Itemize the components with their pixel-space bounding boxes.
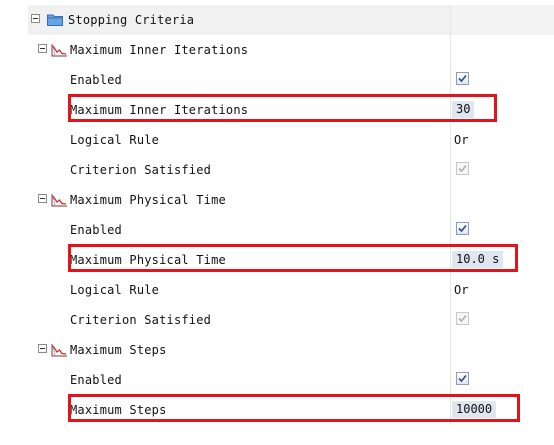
group-label: Maximum Physical Time: [70, 193, 226, 207]
property-label: Logical Rule: [70, 133, 160, 147]
property-row[interactable]: Criterion Satisfied: [28, 305, 554, 335]
value-cell[interactable]: Or: [450, 125, 554, 155]
value-cell[interactable]: [450, 155, 554, 185]
value-cell: [450, 5, 554, 35]
enabled-checkbox[interactable]: [456, 372, 469, 385]
category-stopping-criteria[interactable]: Stopping Criteria: [28, 5, 554, 35]
annotation-highlight-box: [68, 94, 497, 122]
property-sheet: Stopping Criteria Maximum Inner Iteration…: [28, 5, 554, 425]
enabled-checkbox[interactable]: [456, 72, 469, 85]
value-cell[interactable]: [450, 365, 554, 395]
collapse-toggle-icon[interactable]: [31, 14, 40, 23]
stopping-criterion-graph-icon: [51, 43, 68, 57]
stopping-criterion-graph-icon: [51, 193, 68, 207]
collapse-toggle-icon[interactable]: [38, 194, 47, 203]
value-cell: [450, 35, 554, 65]
value-cell[interactable]: [450, 305, 554, 335]
value-cell[interactable]: [450, 215, 554, 245]
property-row[interactable]: Enabled: [28, 65, 554, 95]
property-label: Logical Rule: [70, 283, 160, 297]
category-label: Stopping Criteria: [68, 13, 195, 27]
collapse-toggle-icon[interactable]: [38, 344, 47, 353]
group-header-0[interactable]: Maximum Inner Iterations: [28, 35, 554, 65]
property-value[interactable]: Or: [454, 133, 468, 147]
annotation-highlight-box: [68, 244, 518, 272]
property-label: Enabled: [70, 73, 122, 87]
collapse-toggle-icon[interactable]: [38, 44, 47, 53]
label-cell: Maximum Physical Time: [28, 185, 450, 215]
label-cell: Enabled: [28, 65, 450, 95]
label-cell: Criterion Satisfied: [28, 155, 450, 185]
property-label: Enabled: [70, 373, 122, 387]
label-cell: Enabled: [28, 365, 450, 395]
label-cell: Maximum Inner Iterations: [28, 35, 450, 65]
group-label: Maximum Steps: [70, 343, 167, 357]
folder-icon: [47, 13, 63, 26]
criterion-satisfied-checkbox: [456, 162, 469, 175]
stopping-criterion-graph-icon: [51, 343, 68, 357]
label-cell: Stopping Criteria: [28, 5, 450, 35]
property-row[interactable]: Logical Rule Or: [28, 125, 554, 155]
value-cell: [450, 335, 554, 365]
group-header-1[interactable]: Maximum Physical Time: [28, 185, 554, 215]
group-label: Maximum Inner Iterations: [70, 43, 249, 57]
label-cell: Enabled: [28, 215, 450, 245]
value-cell: [450, 185, 554, 215]
label-cell: Criterion Satisfied: [28, 305, 450, 335]
property-label: Criterion Satisfied: [70, 163, 212, 177]
label-cell: Maximum Steps: [28, 335, 450, 365]
label-cell: Logical Rule: [28, 125, 450, 155]
property-label: Criterion Satisfied: [70, 313, 212, 327]
property-row[interactable]: Enabled: [28, 365, 554, 395]
value-cell[interactable]: Or: [450, 275, 554, 305]
annotation-highlight-box: [68, 394, 520, 422]
property-value[interactable]: Or: [454, 283, 468, 297]
property-label: Enabled: [70, 223, 122, 237]
group-header-2[interactable]: Maximum Steps: [28, 335, 554, 365]
enabled-checkbox[interactable]: [456, 222, 469, 235]
property-row[interactable]: Criterion Satisfied: [28, 155, 554, 185]
criterion-satisfied-checkbox: [456, 312, 469, 325]
value-cell[interactable]: [450, 65, 554, 95]
property-row[interactable]: Logical Rule Or: [28, 275, 554, 305]
property-row[interactable]: Enabled: [28, 215, 554, 245]
label-cell: Logical Rule: [28, 275, 450, 305]
